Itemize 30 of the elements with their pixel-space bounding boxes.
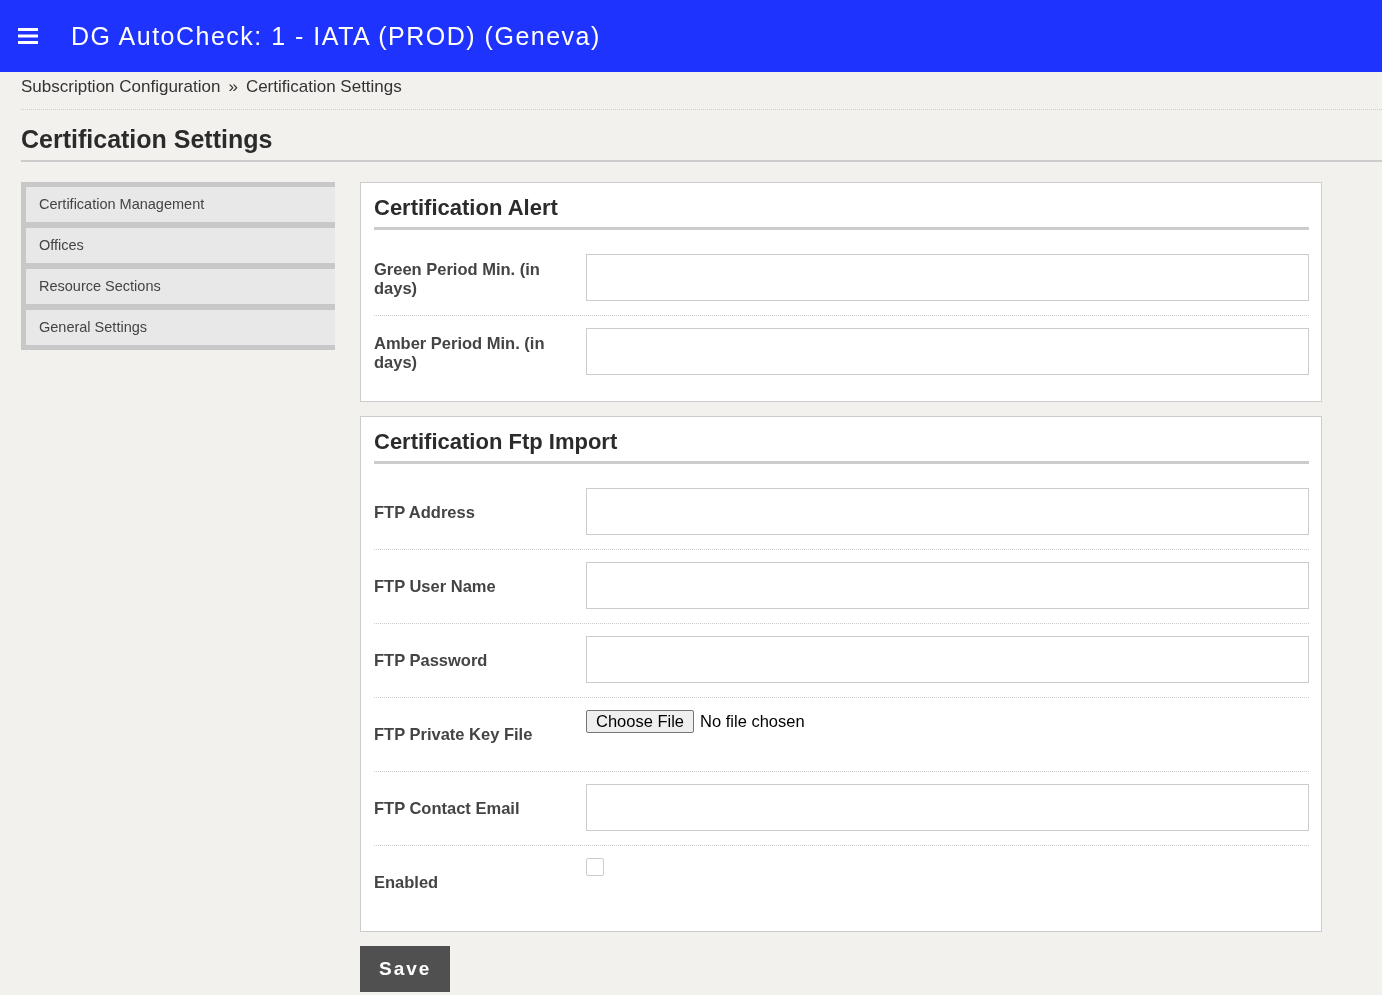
field-label: FTP User Name	[374, 577, 497, 596]
choose-file-button[interactable]: Choose File	[586, 710, 695, 733]
text-field[interactable]	[586, 784, 1309, 831]
text-field[interactable]	[586, 488, 1309, 535]
text-field[interactable]	[586, 562, 1309, 609]
breadcrumb-separator: »	[228, 77, 238, 97]
text-field[interactable]	[586, 254, 1309, 301]
file-status: No file chosen	[700, 712, 805, 731]
text-field[interactable]	[586, 328, 1309, 375]
sidebar-item[interactable]: Certification Management	[26, 187, 335, 222]
field-label: Green Period Min. (in days)	[374, 259, 541, 298]
breadcrumb-item[interactable]: Subscription Configuration	[21, 77, 221, 97]
page-title: Certification Settings	[21, 125, 1382, 162]
field-label: FTP Contact Email	[374, 799, 521, 818]
text-field[interactable]	[586, 636, 1309, 683]
app-title: DG AutoCheck: 1 - IATA (PROD) (Geneva)	[71, 21, 601, 51]
checkbox[interactable]	[586, 858, 604, 876]
section-title: Certification Alert	[374, 195, 1309, 230]
sidebar-item[interactable]: General Settings	[26, 310, 335, 345]
section-title: Certification Ftp Import	[374, 429, 1309, 464]
sidebar-item[interactable]: Resource Sections	[26, 269, 335, 304]
sidebar-item[interactable]: Offices	[26, 228, 335, 263]
field-label: FTP Address	[374, 503, 476, 522]
menu-icon[interactable]	[18, 28, 38, 44]
field-label: FTP Password	[374, 651, 489, 670]
field-label: FTP Private Key File	[374, 725, 534, 744]
breadcrumb-item: Certification Settings	[245, 77, 402, 97]
field-label: Amber Period Min. (in days)	[374, 333, 546, 372]
save-button[interactable]: Save	[360, 946, 451, 992]
field-label: Enabled	[374, 873, 440, 892]
